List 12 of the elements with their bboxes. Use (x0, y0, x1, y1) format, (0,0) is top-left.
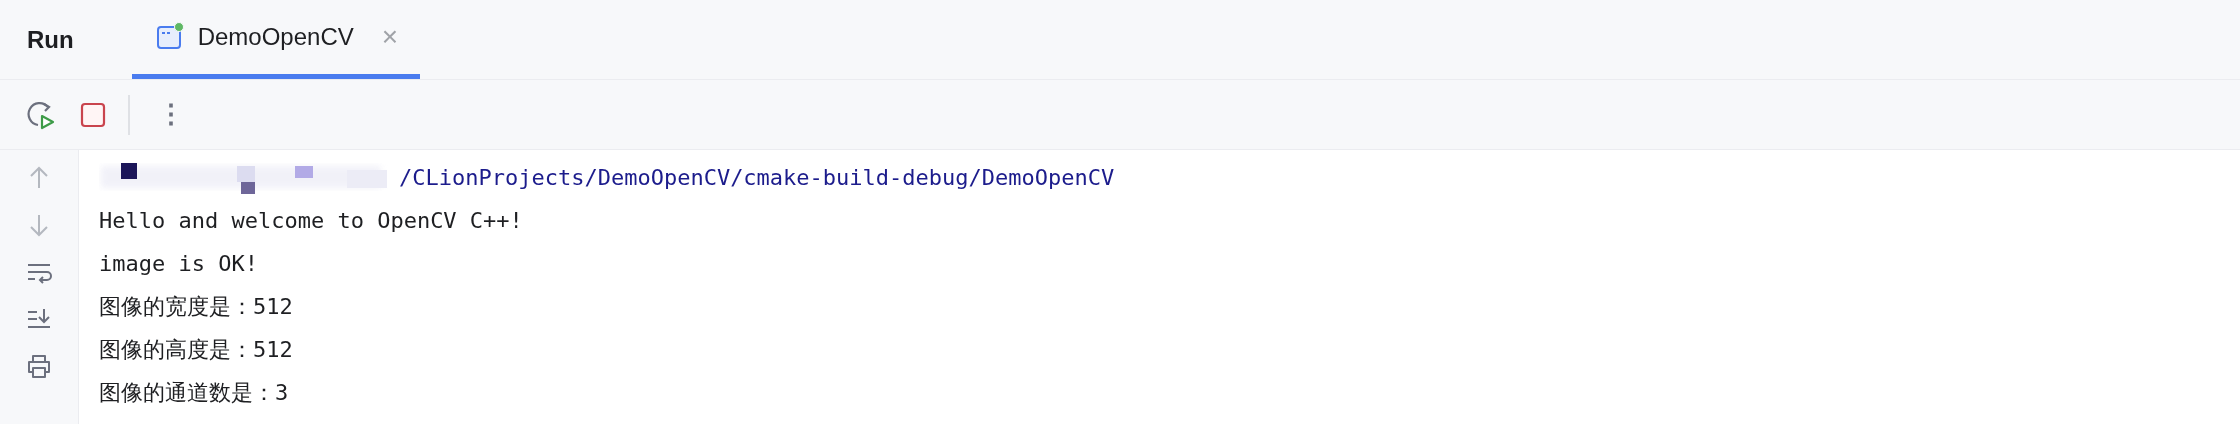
more-button[interactable]: ⋮ (152, 99, 190, 130)
executable-path: /CLionProjects/DemoOpenCV/cmake-build-debug/DemoOpenCV (399, 164, 1115, 192)
stop-icon[interactable] (80, 101, 106, 128)
console-output-line: 图像的宽度是：512 (99, 293, 293, 321)
console-output-line: image is OK! (99, 250, 258, 278)
close-button[interactable]: × (381, 23, 399, 51)
console-output-line: 图像的高度是：512 (99, 336, 293, 364)
console-output-line: Hello and welcome to OpenCV C++! (99, 207, 523, 235)
console-output-line: 图像的通道数是：3 (99, 379, 289, 407)
print-icon[interactable] (25, 352, 53, 380)
panel-title: Run (27, 25, 74, 54)
tab-label: DemoOpenCV (197, 23, 354, 51)
